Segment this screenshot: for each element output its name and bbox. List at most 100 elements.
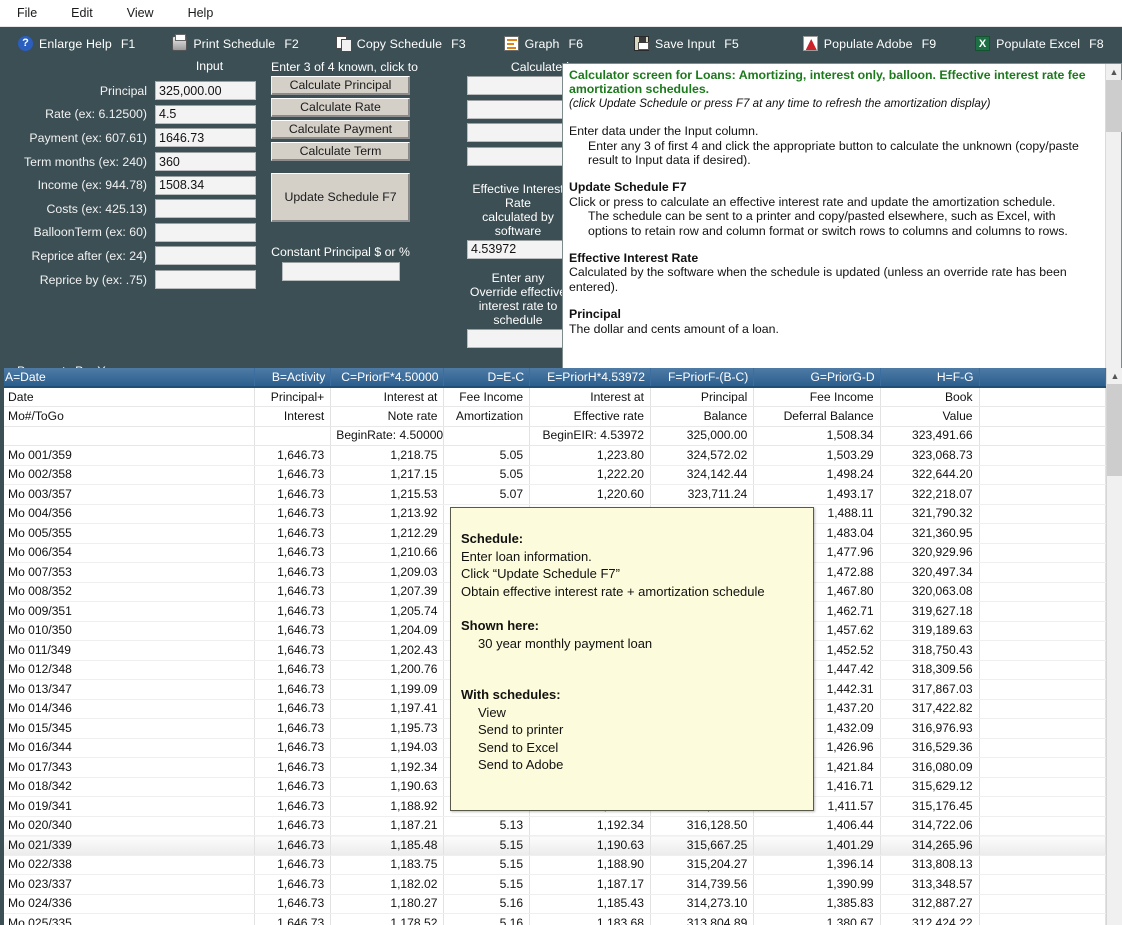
cell-value[interactable]: 1,194.03 bbox=[330, 738, 445, 758]
input-field-reprice-after[interactable] bbox=[155, 246, 256, 266]
help-scrollbar-thumb[interactable] bbox=[1106, 80, 1122, 132]
cell-value[interactable]: 1,646.73 bbox=[254, 640, 332, 661]
cell-value[interactable]: 5.05 bbox=[443, 465, 531, 485]
cell-value[interactable]: 1,195.73 bbox=[330, 718, 445, 739]
cell-date[interactable]: Mo 010/350 bbox=[0, 621, 256, 641]
cell-value[interactable] bbox=[254, 426, 332, 446]
cell-value[interactable]: 1,199.09 bbox=[330, 679, 445, 700]
toolbar-button-populate-adobe[interactable]: Populate Adobe F9 bbox=[799, 34, 940, 53]
column-header-b[interactable]: B=Activity bbox=[254, 368, 332, 388]
cell-value[interactable]: 1,192.34 bbox=[529, 816, 651, 836]
cell-value[interactable]: 323,068.73 bbox=[880, 445, 980, 466]
cell-value[interactable]: 1,385.83 bbox=[753, 894, 881, 914]
calculate-term-button[interactable]: Calculate Term bbox=[271, 142, 410, 161]
table-row[interactable]: Mo 025/335 1,646.73 1,178.52 5.16 1,183.68 31… bbox=[0, 913, 1106, 925]
cell-value[interactable]: 1,646.73 bbox=[254, 660, 332, 680]
cell-value[interactable]: 5.05 bbox=[443, 445, 531, 466]
cell-value[interactable]: 1,646.73 bbox=[254, 562, 332, 583]
cell-date[interactable]: Mo 017/343 bbox=[0, 757, 256, 778]
toolbar-button-enlarge-help[interactable]: Enlarge Help F1 bbox=[14, 34, 139, 53]
toolbar-button-populate-excel[interactable]: Populate Excel F8 bbox=[971, 34, 1108, 53]
cell-value[interactable]: 1,646.73 bbox=[254, 757, 332, 778]
cell-value[interactable]: Deferral Balance bbox=[753, 406, 881, 427]
cell-value[interactable]: Principal bbox=[650, 387, 755, 407]
cell-value[interactable]: 312,424.22 bbox=[880, 913, 980, 925]
toolbar-button-graph[interactable]: Graph F6 bbox=[500, 34, 587, 53]
cell-value[interactable]: 314,265.96 bbox=[880, 835, 980, 856]
cell-value[interactable]: BeginEIR: 4.53972 bbox=[529, 426, 651, 446]
calculate-principal-button[interactable]: Calculate Principal bbox=[271, 76, 410, 95]
column-header-d[interactable]: D=E-C bbox=[443, 368, 531, 388]
cell-value[interactable]: 5.16 bbox=[443, 913, 531, 925]
table-row[interactable]: Mo 001/359 1,646.73 1,218.75 5.05 1,223.80 32… bbox=[0, 445, 1106, 466]
cell-date[interactable]: Mo 005/355 bbox=[0, 523, 256, 544]
cell-date[interactable]: Mo 003/357 bbox=[0, 484, 256, 505]
cell-value[interactable]: 1,390.99 bbox=[753, 874, 881, 895]
cell-value[interactable]: 314,739.56 bbox=[650, 874, 755, 895]
table-row[interactable]: Mo 023/337 1,646.73 1,182.02 5.15 1,187.17 31… bbox=[0, 874, 1106, 895]
table-row[interactable]: Mo 020/340 1,646.73 1,187.21 5.13 1,192.34 31… bbox=[0, 816, 1106, 836]
cell-value[interactable]: 321,360.95 bbox=[880, 523, 980, 544]
cell-value[interactable]: 325,000.00 bbox=[650, 426, 755, 446]
cell-value[interactable]: 1,213.92 bbox=[330, 504, 445, 524]
cell-date[interactable]: Mo 015/345 bbox=[0, 718, 256, 739]
cell-value[interactable]: 1,646.73 bbox=[254, 621, 332, 641]
cell-date[interactable]: Mo 009/351 bbox=[0, 601, 256, 622]
cell-value[interactable]: 1,200.76 bbox=[330, 660, 445, 680]
toolbar-button-print-schedule[interactable]: Print Schedule F2 bbox=[168, 34, 302, 53]
cell-value[interactable]: 317,422.82 bbox=[880, 699, 980, 719]
cell-value[interactable]: 1,646.73 bbox=[254, 523, 332, 544]
toolbar-button-save-input[interactable]: Save Input F5 bbox=[630, 34, 743, 53]
cell-date[interactable]: Mo 018/342 bbox=[0, 777, 256, 797]
cell-value[interactable]: 1,646.73 bbox=[254, 679, 332, 700]
override-rate-input[interactable] bbox=[467, 328, 568, 348]
cell-value[interactable]: 1,185.48 bbox=[330, 835, 445, 856]
cell-date[interactable]: Mo 001/359 bbox=[0, 445, 256, 466]
cell-value[interactable]: 319,627.18 bbox=[880, 601, 980, 622]
scroll-up-arrow-icon[interactable]: ▲ bbox=[1106, 64, 1122, 80]
cell-value[interactable]: 314,273.10 bbox=[650, 894, 755, 914]
cell-date[interactable]: Date bbox=[0, 387, 256, 407]
cell-value[interactable]: 1,183.68 bbox=[529, 913, 651, 925]
cell-value[interactable]: 5.16 bbox=[443, 894, 531, 914]
cell-date[interactable]: Mo 002/358 bbox=[0, 465, 256, 485]
cell-value[interactable]: BeginRate: 4.50000 bbox=[330, 426, 445, 446]
cell-date[interactable]: Mo 014/346 bbox=[0, 699, 256, 719]
calculated-field-term[interactable] bbox=[467, 146, 568, 166]
cell-value[interactable]: 1,218.75 bbox=[330, 445, 445, 466]
cell-value[interactable]: 1,180.27 bbox=[330, 894, 445, 914]
cell-value[interactable]: Principal+ bbox=[254, 387, 332, 407]
cell-value[interactable]: 1,178.52 bbox=[330, 913, 445, 925]
cell-value[interactable]: 1,503.29 bbox=[753, 445, 881, 466]
cell-value[interactable]: 1,646.73 bbox=[254, 777, 332, 797]
cell-value[interactable]: 1,217.15 bbox=[330, 465, 445, 485]
cell-value[interactable]: 320,497.34 bbox=[880, 562, 980, 583]
cell-value[interactable]: 1,202.43 bbox=[330, 640, 445, 661]
table-row[interactable]: Mo 003/357 1,646.73 1,215.53 5.07 1,220.60 32… bbox=[0, 484, 1106, 505]
input-field-reprice-by[interactable] bbox=[155, 270, 256, 290]
grid-scrollbar-thumb[interactable] bbox=[1107, 384, 1122, 476]
cell-value[interactable]: 1,187.21 bbox=[330, 816, 445, 836]
cell-date[interactable]: Mo 022/338 bbox=[0, 855, 256, 875]
cell-value[interactable]: 1,188.90 bbox=[529, 855, 651, 875]
cell-value[interactable]: 315,667.25 bbox=[650, 835, 755, 856]
cell-value[interactable]: 1,646.73 bbox=[254, 835, 332, 856]
cell-value[interactable]: 313,348.57 bbox=[880, 874, 980, 895]
cell-value[interactable]: 319,189.63 bbox=[880, 621, 980, 641]
menu-item-help[interactable]: Help bbox=[185, 4, 217, 22]
input-field-rate[interactable] bbox=[155, 104, 256, 124]
cell-value[interactable]: 1,646.73 bbox=[254, 894, 332, 914]
cell-value[interactable]: 1,646.73 bbox=[254, 465, 332, 485]
cell-date[interactable]: Mo#/ToGo bbox=[0, 406, 256, 427]
cell-value[interactable]: 1,646.73 bbox=[254, 582, 332, 602]
cell-value[interactable]: 1,220.60 bbox=[529, 484, 651, 505]
cell-value[interactable]: 5.13 bbox=[443, 816, 531, 836]
input-field-balloon-term[interactable] bbox=[155, 222, 256, 242]
cell-value[interactable]: 1,646.73 bbox=[254, 601, 332, 622]
cell-value[interactable]: 1,210.66 bbox=[330, 543, 445, 563]
cell-value[interactable]: 1,222.20 bbox=[529, 465, 651, 485]
cell-value[interactable]: Effective rate bbox=[529, 406, 651, 427]
cell-value[interactable]: 1,646.73 bbox=[254, 504, 332, 524]
cell-date[interactable]: Mo 024/336 bbox=[0, 894, 256, 914]
cell-value[interactable]: 1,223.80 bbox=[529, 445, 651, 466]
